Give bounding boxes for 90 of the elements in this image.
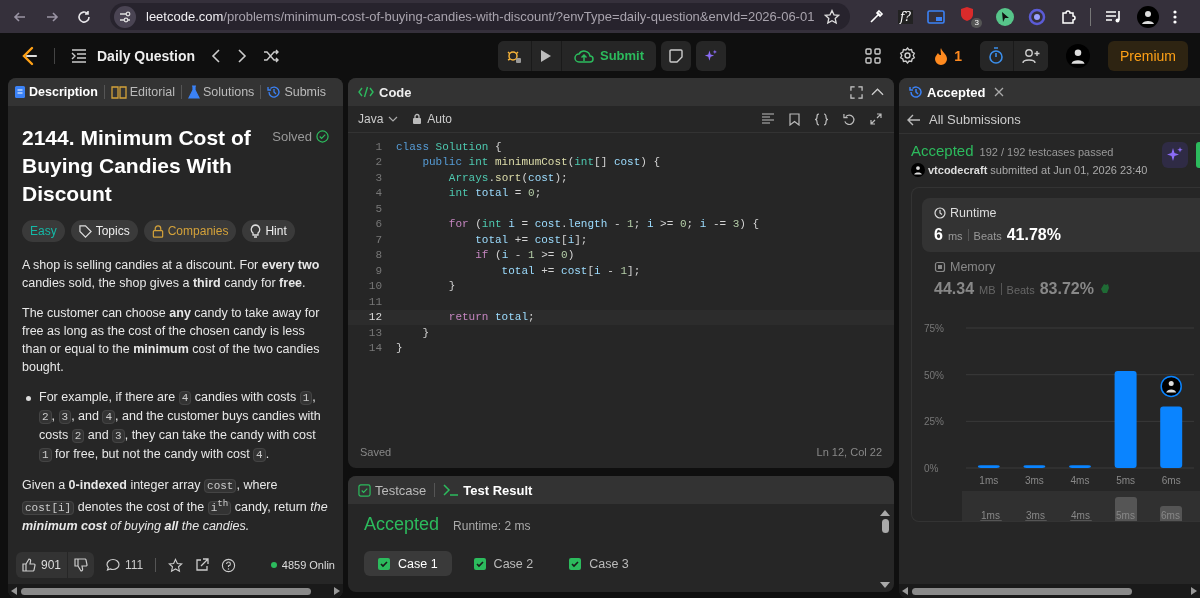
metric-value: 6	[934, 226, 943, 244]
submitted-time: submitted at Jun 01, 2026 23:40	[990, 164, 1148, 176]
x-axis-label: 6ms	[1161, 475, 1181, 486]
topics-tag[interactable]: Topics	[70, 220, 138, 242]
code-line: if (i - 1 >= 0)	[474, 249, 575, 262]
line-number: 12	[367, 311, 383, 324]
beats-label: Beats	[973, 230, 1002, 242]
line-number: 10	[367, 280, 383, 293]
submission-verdict: Accepted	[911, 142, 974, 159]
case-tab[interactable]: Case 1	[364, 551, 452, 576]
line-number: 3	[374, 171, 383, 184]
companies-tag[interactable]: Companies	[143, 220, 237, 242]
line-number: 7	[374, 233, 383, 246]
description-text: Given a 0-indexed integer array cost , where cost[i] denotes the cost of the i$^{th}$ candy, return the minimum cost of buying all the candies.	[22, 477, 329, 535]
panel-tab[interactable]: Solutions	[187, 85, 255, 99]
submission-tab[interactable]: Accepted	[909, 84, 986, 100]
line-number: 13	[367, 326, 383, 339]
metric-unit: MB	[979, 284, 996, 296]
metric-card[interactable]: Runtime 6 ms Beats 41.78%	[922, 198, 1200, 252]
language-dropdown[interactable]: Java	[358, 112, 399, 126]
difficulty-tag: Easy	[22, 220, 65, 242]
solved-status: Solved	[272, 129, 329, 144]
metric-card[interactable]: Memory 44.34 MB Beats 83.72%	[922, 252, 1200, 306]
problem-title: 2144. Minimum Cost of Buying Candies With Discount	[22, 125, 252, 207]
line-number: 9	[374, 264, 383, 277]
url-text: leetcode.com/problems/minimum-cost-of-buying-candies-with-discount/?envType=daily-question&envId=2026-06-01	[146, 9, 815, 24]
x-axis-label: 1ms	[979, 475, 999, 486]
line-number: 11	[367, 295, 383, 308]
comments-button[interactable]: 111	[106, 558, 144, 572]
code-line: }	[421, 326, 429, 339]
code-line: return total;	[447, 311, 535, 324]
auto-mode-toggle[interactable]: Auto	[412, 112, 453, 126]
online-count: 4859 Onlin	[270, 559, 335, 571]
beats-percent: 83.72%	[1039, 280, 1094, 298]
verdict-text: Accepted	[364, 514, 440, 535]
username[interactable]: vtcodecraft	[928, 164, 988, 176]
code-line: public int minimumCost(int[] cost) {	[421, 156, 661, 169]
panel-tab[interactable]: Editorial	[110, 85, 175, 99]
brush-label: 4ms	[1071, 510, 1090, 521]
brush-label: 3ms	[1026, 510, 1045, 521]
example-text: For example, if there are 4 candies with costs 1 , 2 , 3 , and 4 , and the customer buys candies with costs 2 and 3 , they can take the candy with cost 1 for free, but not the candy with cost 4 .	[39, 389, 322, 464]
code-line: }	[447, 280, 456, 293]
formula-extension-icon[interactable]: f?	[898, 9, 913, 24]
panel-tab[interactable]: Test Result	[443, 482, 533, 498]
x-axis-label: 3ms	[1024, 475, 1044, 486]
address-bar[interactable]: leetcode.com/problems/minimum-cost-of-buying-candies-with-discount/?envType=daily-question&envId=2026-06-01	[110, 3, 850, 30]
code-line: class Solution {	[396, 140, 502, 153]
y-axis-label: 50%	[924, 369, 944, 381]
panel-tab[interactable]: Testcase	[358, 482, 427, 498]
metric-value: 44.34	[934, 280, 975, 298]
code-line: total += cost[i - 1];	[500, 264, 641, 277]
code-line: Arrays.sort(cost);	[447, 171, 568, 184]
code-line: int total = 0;	[447, 187, 542, 200]
metric-label: Runtime	[934, 206, 1188, 220]
line-number: 8	[374, 249, 383, 262]
y-axis-label: 75%	[924, 323, 944, 334]
line-number: 5	[374, 202, 383, 215]
y-axis-label: 0%	[924, 463, 939, 474]
beats-percent: 41.78%	[1006, 226, 1061, 244]
x-axis-label: 5ms	[1116, 475, 1136, 486]
testcases-passed: 192 / 192 testcases passed	[979, 146, 1114, 158]
line-number: 1	[374, 140, 383, 153]
premium-button[interactable]: Premium	[1108, 40, 1188, 71]
cursor-position: Ln 12, Col 22	[816, 446, 882, 458]
hint-tag[interactable]: Hint	[242, 220, 295, 242]
metric-label: Memory	[934, 260, 1188, 274]
line-number: 2	[374, 156, 383, 169]
beats-label: Beats	[1006, 284, 1035, 296]
all-submissions-link[interactable]: All Submissions	[899, 106, 1200, 134]
case-tab[interactable]: Case 2	[459, 551, 548, 576]
code-line: for (int i = cost.length - 1; i >= 0; i -= 3) {	[447, 218, 760, 231]
line-number: 14	[367, 342, 383, 355]
description-text: A shop is selling candies at a discount. For every two candies sold, the shop gives a third candy for free.	[22, 257, 321, 292]
description-text: The customer can choose any candy to take away for free as long as the cost of the chosen candy is less than or equal to the minimum cost of the two candies bought.	[22, 305, 321, 376]
x-axis-label: 4ms	[1070, 475, 1090, 486]
panel-tab[interactable]: Submis	[267, 85, 327, 99]
save-status: Saved	[360, 446, 392, 458]
panel-title: Code	[358, 84, 412, 100]
metric-unit: ms	[947, 230, 963, 242]
line-number: 6	[374, 218, 383, 231]
case-tab[interactable]: Case 3	[555, 551, 643, 576]
code-line: }	[396, 342, 403, 355]
line-number: 4	[374, 187, 383, 200]
brush-label: 1ms	[981, 510, 1000, 521]
daily-question-button[interactable]: Daily Question	[71, 47, 196, 64]
y-axis-label: 25%	[924, 416, 944, 428]
streak-counter[interactable]: 1	[934, 46, 962, 65]
panel-tab[interactable]: Description	[14, 85, 98, 99]
code-line: total += cost[i];	[474, 233, 588, 246]
runtime-text: Runtime: 2 ms	[453, 519, 531, 533]
